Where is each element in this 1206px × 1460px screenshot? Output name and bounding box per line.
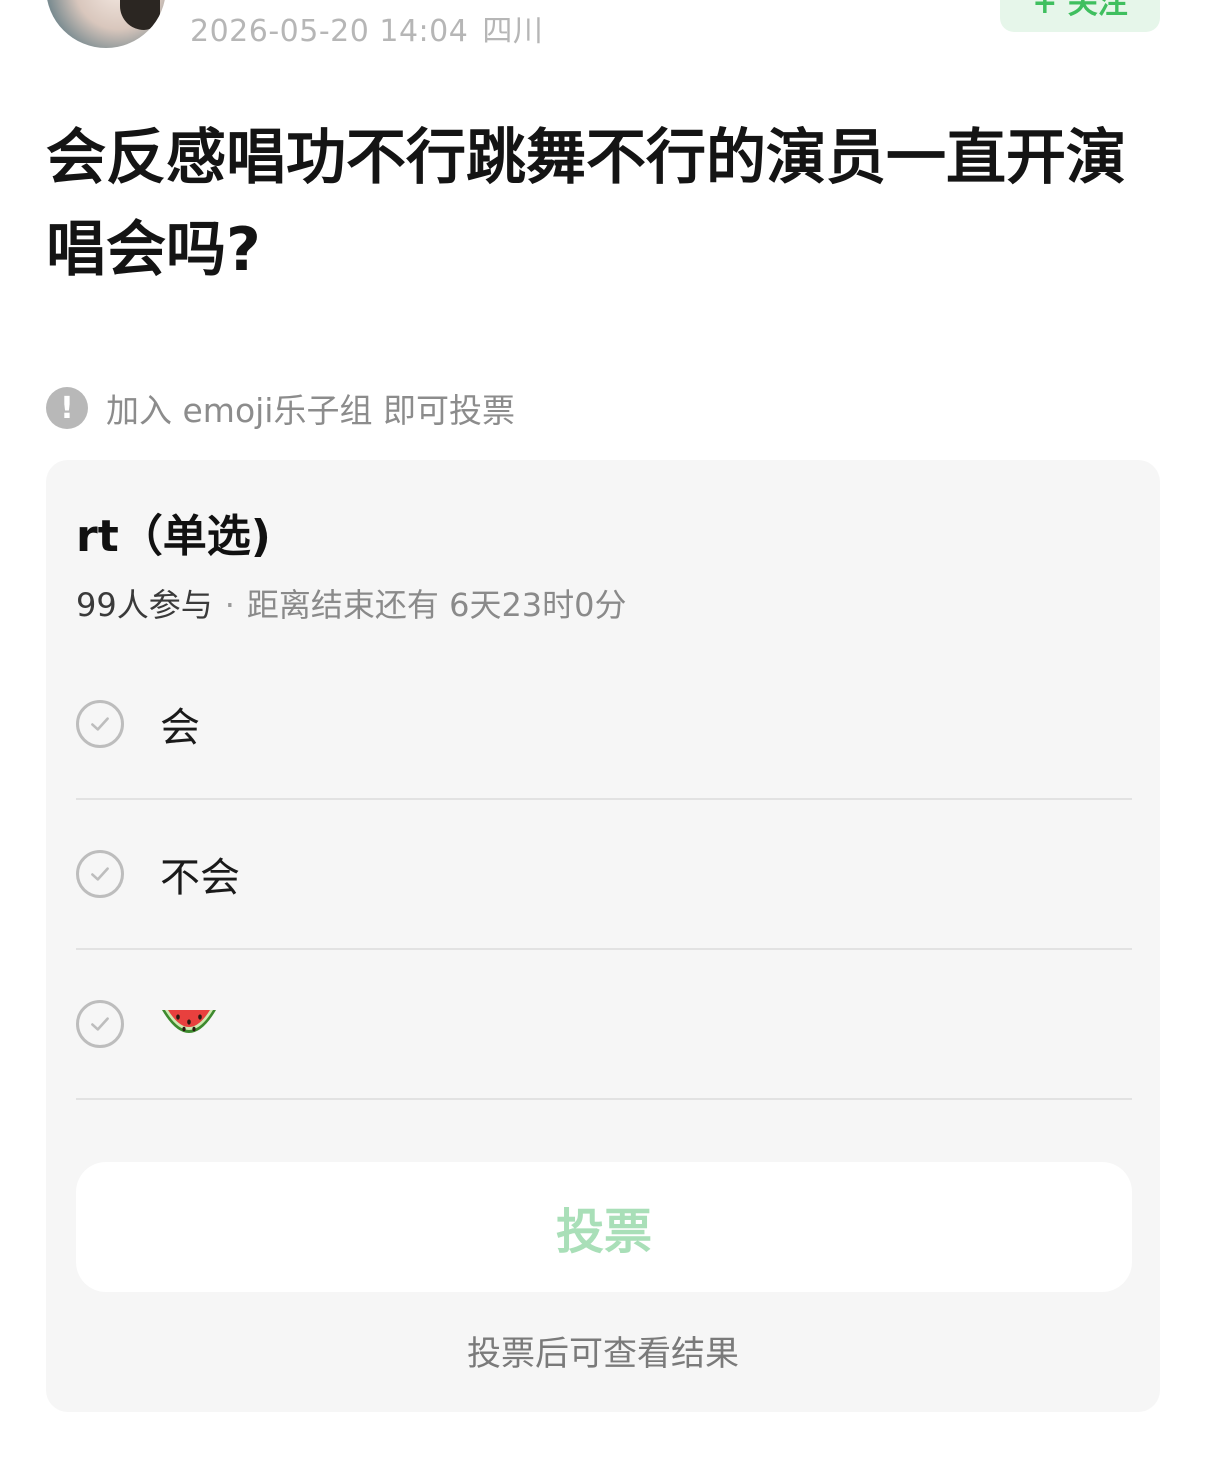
poll-option-yes[interactable]: 会	[76, 650, 1132, 800]
poll-option-label: 不会	[160, 855, 240, 901]
post-meta: 2026-05-20 14:04 四川	[190, 6, 543, 50]
poll-card: rt（单选) 99人参与 · 距离结束还有 6天23时0分 会 不会 投票 投票…	[46, 460, 1160, 1412]
poll-participants: 99人参与	[76, 586, 213, 624]
poll-separator: ·	[224, 586, 235, 624]
check-circle-icon[interactable]	[76, 850, 124, 898]
post-title: 会反感唱功不行跳舞不行的演员一直开演唱会吗?	[46, 123, 1126, 285]
vote-button[interactable]: 投票	[76, 1162, 1132, 1292]
author-avatar[interactable]	[46, 0, 166, 48]
avatar-hair-shape	[120, 0, 160, 30]
poll-option-label: 会	[160, 705, 200, 751]
watermelon-icon	[162, 1010, 216, 1033]
post-location: 四川	[482, 14, 544, 49]
follow-button[interactable]: + 关注	[1000, 0, 1160, 32]
poll-options: 会 不会	[76, 650, 1132, 1100]
poll-title: rt（单选)	[76, 511, 271, 562]
poll-time-remaining: 距离结束还有 6天23时0分	[246, 586, 627, 624]
join-notice: ! 加入 emoji乐子组 即可投票	[46, 384, 515, 432]
check-circle-icon[interactable]	[76, 1000, 124, 1048]
vote-hint: 投票后可查看结果	[467, 1334, 739, 1374]
post-datetime: 2026-05-20 14:04	[190, 14, 469, 49]
exclamation-icon: !	[46, 387, 88, 429]
join-notice-text[interactable]: 加入 emoji乐子组 即可投票	[106, 384, 515, 432]
post-page: 2026-05-20 14:04 四川 + 关注 会反感唱功不行跳舞不行的演员一直…	[0, 0, 1206, 1460]
poll-option-watermelon[interactable]	[76, 950, 1132, 1100]
check-circle-icon[interactable]	[76, 700, 124, 748]
poll-stats: 99人参与 · 距离结束还有 6天23时0分	[76, 580, 627, 626]
poll-option-no[interactable]: 不会	[76, 800, 1132, 950]
